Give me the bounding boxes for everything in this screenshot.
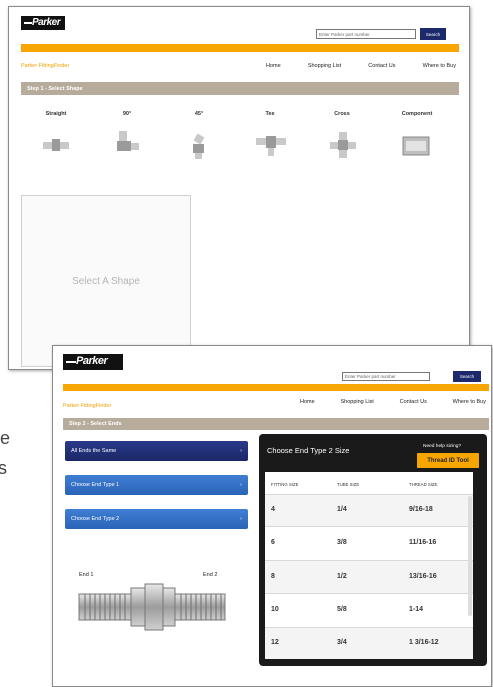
search-button[interactable]: Search (453, 371, 481, 382)
size-row[interactable]: 12 3/4 1 3/16-12 (265, 627, 473, 659)
shape-label-cross: Cross (334, 111, 350, 117)
chevron-right-icon: › (240, 482, 242, 488)
part-number-search-input[interactable]: Enter Parker part number (316, 29, 416, 39)
tube-size-cell: 1/4 (337, 506, 347, 513)
search-button[interactable]: Search (420, 28, 446, 40)
thread-size-cell: 9/16-18 (409, 506, 433, 513)
nav-where-to-buy[interactable]: Where to Buy (423, 63, 456, 69)
all-ends-same-button[interactable]: All Ends the Same › (65, 441, 248, 461)
size-table: FITTING SIZE TUBE SIZE THREAD SIZE 4 1/4… (265, 472, 473, 659)
top-nav: Home Shopping List Contact Us Where to B… (266, 63, 456, 69)
size-row[interactable]: 4 1/4 9/16-18 (265, 494, 473, 527)
component-icon[interactable] (402, 135, 430, 157)
tube-size-cell: 1/2 (337, 573, 347, 580)
fitting-finder-home-link[interactable]: Parker FittingFinder (63, 403, 111, 409)
size-row[interactable]: 8 1/2 13/16-16 (265, 560, 473, 594)
straight-fitting-icon[interactable] (42, 135, 70, 155)
end-1-label: End 1 (79, 572, 94, 578)
cross-fitting-icon[interactable] (329, 131, 357, 159)
parker-logo: Parker (63, 354, 123, 370)
tube-size-cell: 5/8 (337, 606, 347, 613)
size-panel-title: Choose End Type 2 Size (267, 446, 350, 455)
shape-label-straight: Straight (45, 111, 67, 117)
table-scrollbar[interactable] (468, 496, 472, 616)
fitting-finder-home-link[interactable]: Parker FittingFinder (21, 63, 69, 69)
shape-label-45: 45° (194, 111, 204, 117)
tee-fitting-icon[interactable] (255, 135, 287, 157)
thread-size-cell: 1 3/16-12 (409, 639, 439, 646)
size-row[interactable]: 10 5/8 1-14 (265, 593, 473, 628)
shape-label-tee: Tee (265, 111, 275, 117)
choose-end-type-2-label: Choose End Type 2 (71, 516, 120, 522)
bulkhead-fitting-image (78, 583, 226, 631)
thread-size-cell: 13/16-16 (409, 573, 437, 580)
parker-logo: Parker (21, 16, 65, 30)
chevron-right-icon: › (240, 516, 242, 522)
select-shape-panel: Select A Shape (21, 195, 191, 367)
choose-end-type-1-button[interactable]: Choose End Type 1 › (65, 475, 248, 495)
thread-size-cell: 1-14 (409, 606, 424, 613)
top-nav: Home Shopping List Contact Us Where to B… (300, 399, 486, 405)
nav-where-to-buy[interactable]: Where to Buy (453, 399, 486, 405)
size-row[interactable]: 6 3/8 11/16-16 (265, 526, 473, 561)
nav-home[interactable]: Home (300, 399, 315, 405)
thread-id-tool-button[interactable]: Thread ID Tool (417, 453, 479, 468)
step-header: Step 1 - Select Shape (21, 82, 459, 95)
fitting-finder-window-step1: Parker Enter Parker part number Search P… (8, 6, 470, 370)
thread-size-cell: 11/16-16 (409, 539, 437, 546)
tube-size-cell: 3/8 (337, 539, 347, 546)
nav-shopping-list[interactable]: Shopping List (340, 399, 373, 405)
select-shape-prompt: Select A Shape (72, 275, 140, 287)
cropped-text-fragment: s (0, 458, 7, 478)
sizing-help-text: Need help sizing? (423, 444, 462, 449)
tube-size-cell: 3/4 (337, 639, 347, 646)
shape-label-90: 90° (122, 111, 132, 117)
choose-end-type-2-button[interactable]: Choose End Type 2 › (65, 509, 248, 529)
fitting-size-cell: 4 (271, 506, 275, 513)
choose-end-type-1-label: Choose End Type 1 (71, 482, 120, 488)
fitting-size-cell: 12 (271, 639, 279, 646)
shape-label-component: Component (401, 111, 433, 117)
end-2-label: End 2 (203, 572, 218, 578)
nav-home[interactable]: Home (266, 63, 281, 69)
header-fitting-size: FITTING SIZE (271, 482, 299, 487)
part-number-search-input[interactable]: Enter Parker part number (342, 372, 430, 381)
nav-contact-us[interactable]: Contact Us (400, 399, 427, 405)
nav-shopping-list[interactable]: Shopping List (308, 63, 341, 69)
cropped-text-fragment: re (0, 428, 11, 448)
elbow-45-fitting-icon[interactable] (187, 133, 211, 161)
fitting-size-cell: 6 (271, 539, 275, 546)
header-accent-bar (63, 384, 489, 391)
elbow-90-fitting-icon[interactable] (113, 129, 141, 157)
fitting-size-cell: 8 (271, 573, 275, 580)
nav-contact-us[interactable]: Contact Us (368, 63, 395, 69)
header-accent-bar (21, 44, 459, 52)
all-ends-same-label: All Ends the Same (71, 448, 117, 454)
fitting-size-cell: 10 (271, 606, 279, 613)
fitting-finder-window-step2: Parker Enter Parker part number Search P… (52, 345, 492, 687)
step-header: Step 2 - Select Ends (63, 418, 489, 430)
header-tube-size: TUBE SIZE (337, 482, 360, 487)
end-size-panel: Choose End Type 2 Size Need help sizing?… (259, 434, 487, 666)
header-thread-size: THREAD SIZE (409, 482, 438, 487)
chevron-right-icon: › (240, 448, 242, 454)
